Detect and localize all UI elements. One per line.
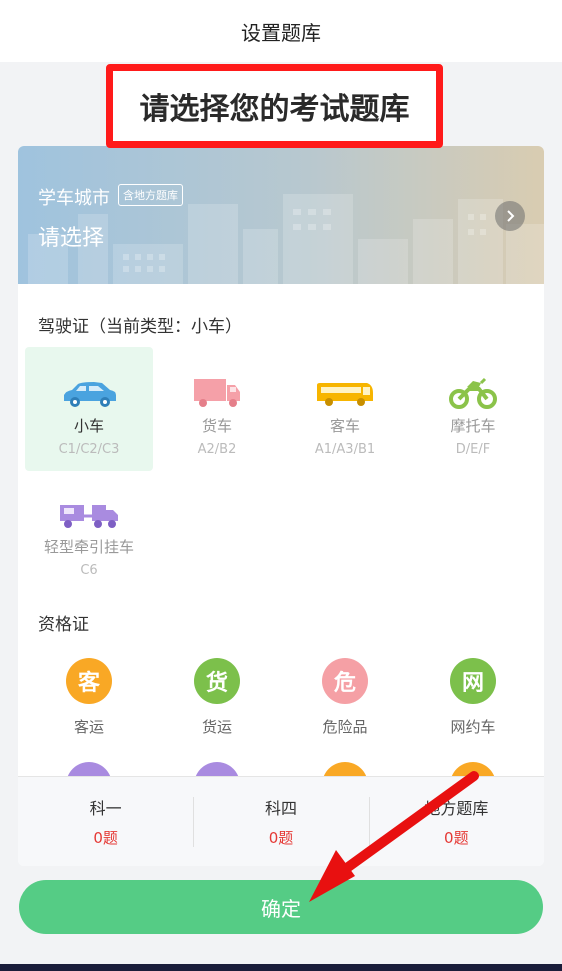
- qualification-label: 货运: [201, 718, 232, 736]
- annotation-callout: 请选择您的考试题库: [106, 64, 443, 148]
- license-section-title: 驾驶证（当前类型：小车）: [38, 317, 242, 337]
- qualification-item-passenger[interactable]: 客 客运: [25, 658, 153, 737]
- qualification-item-freight[interactable]: 货 货运: [153, 658, 281, 737]
- page-header: 设置题库: [0, 0, 562, 62]
- truck-icon: [194, 379, 240, 407]
- motorcycle-icon: [449, 377, 497, 409]
- car-icon: [64, 382, 116, 407]
- stat-name: 科一: [89, 799, 122, 818]
- stat-count: 0题: [93, 829, 118, 847]
- city-label: 学车城市: [38, 188, 110, 209]
- license-code: C1/C2/C3: [58, 442, 120, 457]
- question-bank-card: 学车城市 含地方题库 请选择 驾驶证（当前类型：小车） 小车 C1/C2/C3: [18, 146, 544, 866]
- stat-local-bank: 地方题库 0题: [368, 795, 544, 848]
- qualification-item-ridehailing[interactable]: 网 网约车: [409, 658, 537, 737]
- freight-badge-icon: 货: [194, 658, 240, 704]
- license-code: C6: [80, 563, 98, 578]
- system-nav-bar: [0, 964, 562, 971]
- city-banner[interactable]: 学车城市 含地方题库 请选择: [18, 146, 544, 284]
- question-count-bar: 科一 0题 科四 0题 地方题库 0题: [18, 776, 544, 866]
- confirm-button[interactable]: 确定: [19, 880, 543, 934]
- passenger-badge-icon: 客: [66, 658, 112, 704]
- chevron-right-icon[interactable]: [495, 201, 525, 231]
- license-item-car[interactable]: 小车 C1/C2/C3: [25, 347, 153, 471]
- stat-subject-one: 科一 0题: [18, 795, 193, 848]
- hazardous-badge-icon: 危: [322, 658, 368, 704]
- stat-name: 地方题库: [424, 799, 489, 818]
- license-code: A1/A3/B1: [314, 442, 376, 457]
- stat-count: 0题: [444, 829, 469, 847]
- license-item-truck[interactable]: 货车 A2/B2: [153, 347, 281, 471]
- qualification-label: 危险品: [322, 718, 368, 736]
- callout-text: 请选择您的考试题库: [139, 92, 410, 127]
- city-select-prompt[interactable]: 请选择: [38, 220, 104, 252]
- license-item-trailer[interactable]: 轻型牵引挂车 C6: [25, 474, 153, 590]
- license-name: 货车: [201, 417, 232, 435]
- trailer-icon: [60, 505, 118, 528]
- page-title: 设置题库: [241, 20, 321, 45]
- qualification-section-title: 资格证: [38, 615, 89, 635]
- license-name: 客车: [329, 417, 360, 435]
- license-item-bus[interactable]: 客车 A1/A3/B1: [281, 347, 409, 471]
- qualification-item-hazardous[interactable]: 危 危险品: [281, 658, 409, 737]
- bus-icon: [317, 383, 373, 406]
- qualification-label: 网约车: [450, 718, 496, 736]
- license-item-motorcycle[interactable]: 摩托车 D/E/F: [409, 347, 537, 471]
- license-name: 小车: [73, 417, 104, 435]
- license-code: D/E/F: [455, 442, 491, 457]
- local-bank-badge: 含地方题库: [118, 184, 183, 206]
- qualification-label: 客运: [73, 718, 104, 736]
- stat-subject-four: 科四 0题: [193, 795, 368, 848]
- stat-count: 0题: [268, 829, 294, 847]
- license-code: A2/B2: [197, 442, 237, 457]
- license-name: 摩托车: [450, 417, 496, 435]
- license-name: 轻型牵引挂车: [43, 538, 134, 556]
- stat-name: 科四: [264, 799, 297, 818]
- ridehailing-badge-icon: 网: [450, 658, 496, 704]
